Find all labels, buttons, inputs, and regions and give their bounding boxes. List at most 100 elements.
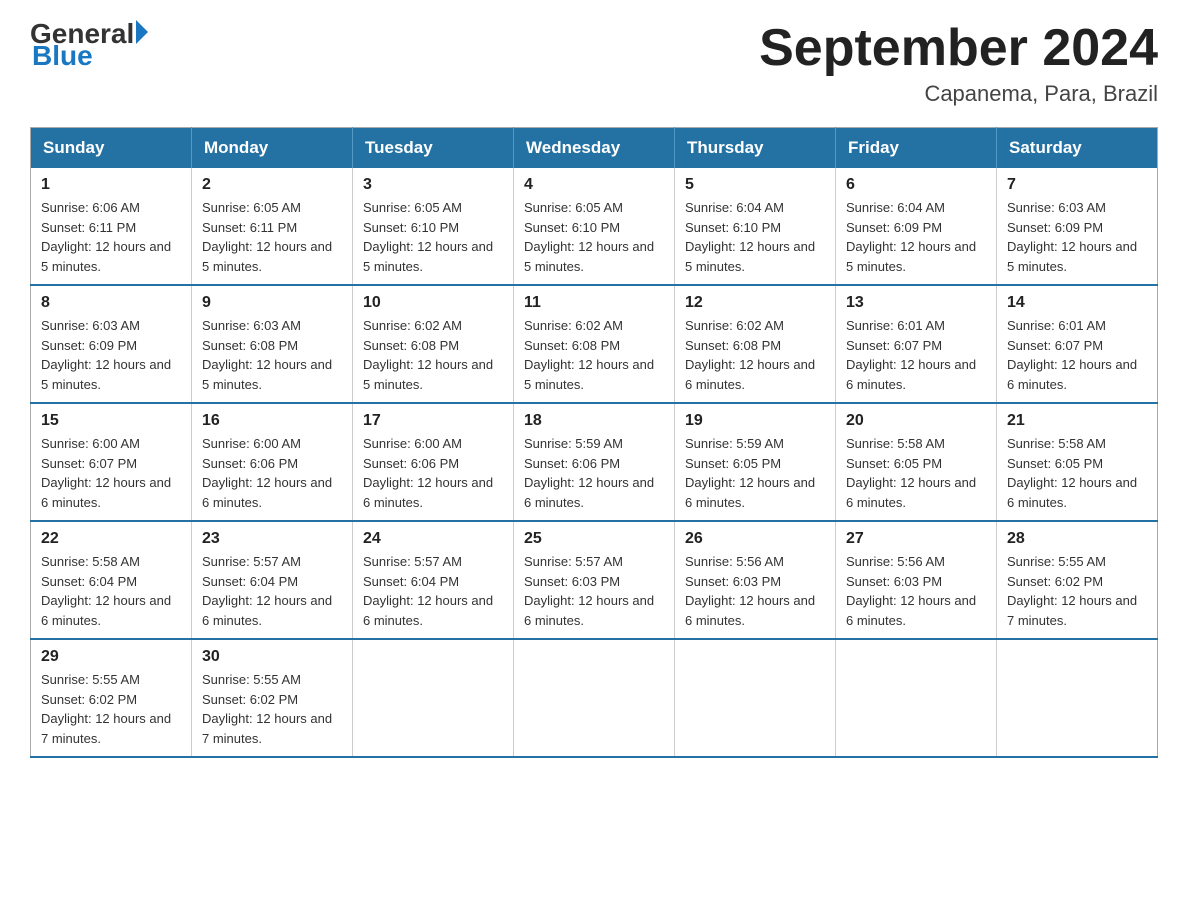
table-row: 13 Sunrise: 6:01 AMSunset: 6:07 PMDaylig… bbox=[836, 285, 997, 403]
day-info: Sunrise: 5:58 AMSunset: 6:05 PMDaylight:… bbox=[1007, 434, 1147, 512]
day-number: 1 bbox=[41, 176, 181, 194]
day-info: Sunrise: 6:00 AMSunset: 6:06 PMDaylight:… bbox=[363, 434, 503, 512]
table-row: 10 Sunrise: 6:02 AMSunset: 6:08 PMDaylig… bbox=[353, 285, 514, 403]
day-number: 21 bbox=[1007, 412, 1147, 430]
day-info: Sunrise: 6:02 AMSunset: 6:08 PMDaylight:… bbox=[685, 316, 825, 394]
calendar-week-1: 1 Sunrise: 6:06 AMSunset: 6:11 PMDayligh… bbox=[31, 168, 1158, 285]
table-row: 25 Sunrise: 5:57 AMSunset: 6:03 PMDaylig… bbox=[514, 521, 675, 639]
table-row: 21 Sunrise: 5:58 AMSunset: 6:05 PMDaylig… bbox=[997, 403, 1158, 521]
table-row: 5 Sunrise: 6:04 AMSunset: 6:10 PMDayligh… bbox=[675, 168, 836, 285]
calendar-header-row: Sunday Monday Tuesday Wednesday Thursday… bbox=[31, 128, 1158, 169]
day-number: 9 bbox=[202, 294, 342, 312]
table-row: 12 Sunrise: 6:02 AMSunset: 6:08 PMDaylig… bbox=[675, 285, 836, 403]
table-row bbox=[353, 639, 514, 757]
title-block: September 2024 Capanema, Para, Brazil bbox=[759, 20, 1158, 107]
day-number: 5 bbox=[685, 176, 825, 194]
table-row: 3 Sunrise: 6:05 AMSunset: 6:10 PMDayligh… bbox=[353, 168, 514, 285]
day-info: Sunrise: 6:03 AMSunset: 6:08 PMDaylight:… bbox=[202, 316, 342, 394]
day-info: Sunrise: 6:01 AMSunset: 6:07 PMDaylight:… bbox=[1007, 316, 1147, 394]
table-row bbox=[675, 639, 836, 757]
col-monday: Monday bbox=[192, 128, 353, 169]
table-row: 9 Sunrise: 6:03 AMSunset: 6:08 PMDayligh… bbox=[192, 285, 353, 403]
table-row: 2 Sunrise: 6:05 AMSunset: 6:11 PMDayligh… bbox=[192, 168, 353, 285]
col-sunday: Sunday bbox=[31, 128, 192, 169]
table-row: 11 Sunrise: 6:02 AMSunset: 6:08 PMDaylig… bbox=[514, 285, 675, 403]
day-info: Sunrise: 5:57 AMSunset: 6:04 PMDaylight:… bbox=[363, 552, 503, 630]
day-number: 16 bbox=[202, 412, 342, 430]
table-row bbox=[997, 639, 1158, 757]
table-row: 18 Sunrise: 5:59 AMSunset: 6:06 PMDaylig… bbox=[514, 403, 675, 521]
day-number: 25 bbox=[524, 530, 664, 548]
day-info: Sunrise: 6:02 AMSunset: 6:08 PMDaylight:… bbox=[524, 316, 664, 394]
table-row: 26 Sunrise: 5:56 AMSunset: 6:03 PMDaylig… bbox=[675, 521, 836, 639]
day-info: Sunrise: 5:56 AMSunset: 6:03 PMDaylight:… bbox=[685, 552, 825, 630]
day-number: 18 bbox=[524, 412, 664, 430]
day-number: 6 bbox=[846, 176, 986, 194]
day-number: 17 bbox=[363, 412, 503, 430]
table-row: 6 Sunrise: 6:04 AMSunset: 6:09 PMDayligh… bbox=[836, 168, 997, 285]
day-number: 28 bbox=[1007, 530, 1147, 548]
day-number: 3 bbox=[363, 176, 503, 194]
table-row: 8 Sunrise: 6:03 AMSunset: 6:09 PMDayligh… bbox=[31, 285, 192, 403]
table-row: 29 Sunrise: 5:55 AMSunset: 6:02 PMDaylig… bbox=[31, 639, 192, 757]
day-number: 23 bbox=[202, 530, 342, 548]
day-info: Sunrise: 6:06 AMSunset: 6:11 PMDaylight:… bbox=[41, 198, 181, 276]
table-row: 15 Sunrise: 6:00 AMSunset: 6:07 PMDaylig… bbox=[31, 403, 192, 521]
col-friday: Friday bbox=[836, 128, 997, 169]
col-saturday: Saturday bbox=[997, 128, 1158, 169]
col-thursday: Thursday bbox=[675, 128, 836, 169]
day-number: 29 bbox=[41, 648, 181, 666]
calendar-week-5: 29 Sunrise: 5:55 AMSunset: 6:02 PMDaylig… bbox=[31, 639, 1158, 757]
calendar-week-4: 22 Sunrise: 5:58 AMSunset: 6:04 PMDaylig… bbox=[31, 521, 1158, 639]
table-row: 23 Sunrise: 5:57 AMSunset: 6:04 PMDaylig… bbox=[192, 521, 353, 639]
day-info: Sunrise: 5:55 AMSunset: 6:02 PMDaylight:… bbox=[41, 670, 181, 748]
table-row: 7 Sunrise: 6:03 AMSunset: 6:09 PMDayligh… bbox=[997, 168, 1158, 285]
calendar-title: September 2024 bbox=[759, 20, 1158, 77]
day-number: 4 bbox=[524, 176, 664, 194]
day-number: 26 bbox=[685, 530, 825, 548]
day-number: 7 bbox=[1007, 176, 1147, 194]
day-number: 11 bbox=[524, 294, 664, 312]
day-info: Sunrise: 6:03 AMSunset: 6:09 PMDaylight:… bbox=[41, 316, 181, 394]
day-info: Sunrise: 6:03 AMSunset: 6:09 PMDaylight:… bbox=[1007, 198, 1147, 276]
table-row: 30 Sunrise: 5:55 AMSunset: 6:02 PMDaylig… bbox=[192, 639, 353, 757]
day-number: 14 bbox=[1007, 294, 1147, 312]
table-row: 28 Sunrise: 5:55 AMSunset: 6:02 PMDaylig… bbox=[997, 521, 1158, 639]
day-info: Sunrise: 5:58 AMSunset: 6:05 PMDaylight:… bbox=[846, 434, 986, 512]
calendar-table: Sunday Monday Tuesday Wednesday Thursday… bbox=[30, 127, 1158, 758]
day-info: Sunrise: 6:00 AMSunset: 6:07 PMDaylight:… bbox=[41, 434, 181, 512]
day-info: Sunrise: 6:01 AMSunset: 6:07 PMDaylight:… bbox=[846, 316, 986, 394]
day-info: Sunrise: 5:59 AMSunset: 6:05 PMDaylight:… bbox=[685, 434, 825, 512]
day-info: Sunrise: 5:55 AMSunset: 6:02 PMDaylight:… bbox=[202, 670, 342, 748]
col-tuesday: Tuesday bbox=[353, 128, 514, 169]
table-row: 16 Sunrise: 6:00 AMSunset: 6:06 PMDaylig… bbox=[192, 403, 353, 521]
day-info: Sunrise: 5:59 AMSunset: 6:06 PMDaylight:… bbox=[524, 434, 664, 512]
day-number: 10 bbox=[363, 294, 503, 312]
table-row: 4 Sunrise: 6:05 AMSunset: 6:10 PMDayligh… bbox=[514, 168, 675, 285]
day-info: Sunrise: 6:02 AMSunset: 6:08 PMDaylight:… bbox=[363, 316, 503, 394]
day-info: Sunrise: 6:05 AMSunset: 6:10 PMDaylight:… bbox=[524, 198, 664, 276]
page-header: General Blue September 2024 Capanema, Pa… bbox=[30, 20, 1158, 107]
table-row: 19 Sunrise: 5:59 AMSunset: 6:05 PMDaylig… bbox=[675, 403, 836, 521]
table-row: 22 Sunrise: 5:58 AMSunset: 6:04 PMDaylig… bbox=[31, 521, 192, 639]
day-info: Sunrise: 6:04 AMSunset: 6:10 PMDaylight:… bbox=[685, 198, 825, 276]
table-row: 24 Sunrise: 5:57 AMSunset: 6:04 PMDaylig… bbox=[353, 521, 514, 639]
day-info: Sunrise: 6:05 AMSunset: 6:11 PMDaylight:… bbox=[202, 198, 342, 276]
day-info: Sunrise: 5:58 AMSunset: 6:04 PMDaylight:… bbox=[41, 552, 181, 630]
logo-blue-text: Blue bbox=[32, 40, 148, 72]
table-row: 17 Sunrise: 6:00 AMSunset: 6:06 PMDaylig… bbox=[353, 403, 514, 521]
day-number: 24 bbox=[363, 530, 503, 548]
calendar-week-2: 8 Sunrise: 6:03 AMSunset: 6:09 PMDayligh… bbox=[31, 285, 1158, 403]
table-row: 20 Sunrise: 5:58 AMSunset: 6:05 PMDaylig… bbox=[836, 403, 997, 521]
day-number: 15 bbox=[41, 412, 181, 430]
day-number: 27 bbox=[846, 530, 986, 548]
day-number: 12 bbox=[685, 294, 825, 312]
day-info: Sunrise: 5:57 AMSunset: 6:04 PMDaylight:… bbox=[202, 552, 342, 630]
table-row: 1 Sunrise: 6:06 AMSunset: 6:11 PMDayligh… bbox=[31, 168, 192, 285]
day-number: 2 bbox=[202, 176, 342, 194]
day-info: Sunrise: 6:04 AMSunset: 6:09 PMDaylight:… bbox=[846, 198, 986, 276]
day-number: 30 bbox=[202, 648, 342, 666]
table-row: 27 Sunrise: 5:56 AMSunset: 6:03 PMDaylig… bbox=[836, 521, 997, 639]
logo: General Blue bbox=[30, 20, 148, 72]
day-info: Sunrise: 5:55 AMSunset: 6:02 PMDaylight:… bbox=[1007, 552, 1147, 630]
